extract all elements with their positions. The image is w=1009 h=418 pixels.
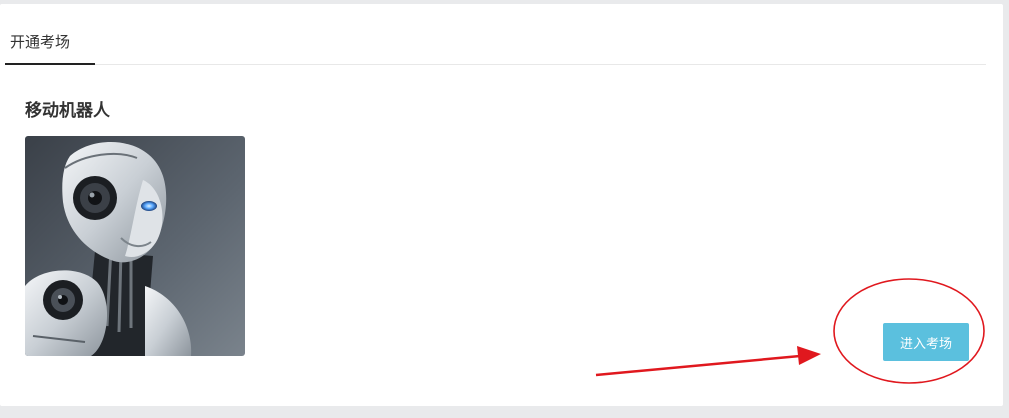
main-panel: 开通考场 移动机器人 (0, 4, 1003, 406)
course-title: 移动机器人 (25, 101, 110, 121)
tab-bar: 开通考场 (5, 4, 986, 65)
tab-open-exam-room[interactable]: 开通考场 (5, 4, 95, 65)
course-cover-image (25, 136, 245, 356)
enter-exam-room-button[interactable]: 进入考场 (883, 323, 969, 361)
active-tab-indicator (5, 63, 95, 65)
tab-label: 开通考场 (10, 33, 71, 51)
